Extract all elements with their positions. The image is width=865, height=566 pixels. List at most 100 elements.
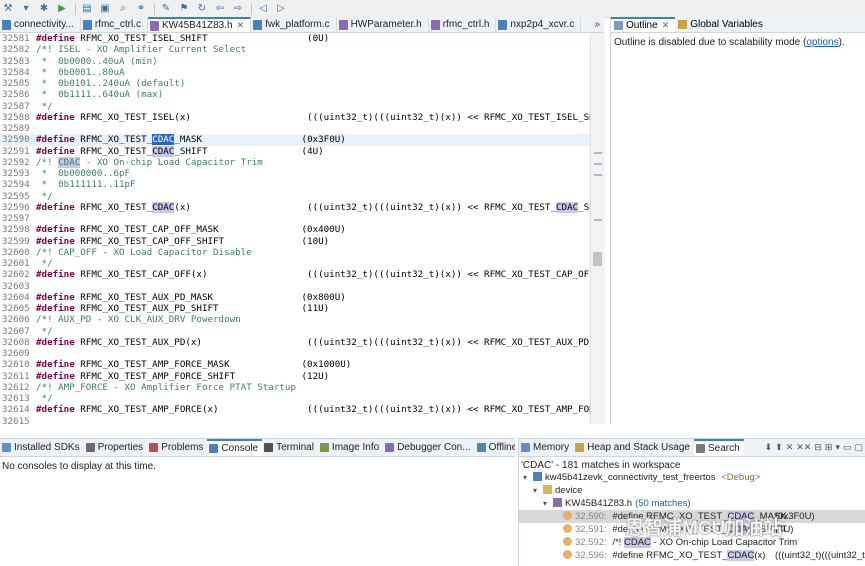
line-number: 32607	[2, 325, 30, 337]
search-icon[interactable]: ⌕	[115, 2, 131, 16]
bottom-tab[interactable]: Image Info	[318, 439, 383, 456]
editor-tab[interactable]: rfmc_ctrl.c	[81, 17, 148, 32]
code-token: /*! ISEL - XO Amplifier Current Select	[36, 44, 247, 56]
tab-icon	[476, 443, 486, 452]
expand-arrow-icon[interactable]: ▾	[533, 484, 543, 497]
tab-icon	[209, 444, 219, 453]
line-number: 32582	[2, 44, 30, 56]
code-line: 32600 /*! CAP_OFF - XO Load Capacitor Dis…	[0, 247, 590, 258]
code-token: #define	[36, 370, 75, 382]
bottom-tab[interactable]: Offline Periphe...	[475, 439, 515, 456]
search-tab-bar: Memory Heap and Stack Usage Search ⬇ ⬆ ✕ ✕✕ ⊟ ⊞ ▾…	[519, 439, 865, 457]
editor-tab[interactable]: KW45B41Z83.h ✕	[147, 17, 252, 32]
search-panel-tab[interactable]: Search	[693, 439, 744, 456]
options-link[interactable]: options	[806, 37, 838, 48]
line-number: 32608	[2, 336, 30, 348]
code-text-area[interactable]: 32581 #define RFMC_XO_TEST_ISEL_SHIFT (0U…	[0, 33, 590, 424]
outline-message: Outline is disabled due to scalability m…	[611, 33, 865, 52]
tree-row[interactable]: 32,596: #define RFMC_XO_TEST_CDAC(x) (((u…	[519, 549, 865, 562]
line-number: 32614	[2, 404, 30, 416]
match-count: (50 matches)	[635, 498, 691, 509]
code-line: 32591 #define RFMC_XO_TEST_CDAC_SHIFT (4U…	[0, 145, 590, 157]
editor-tab[interactable]: HWParameter.h	[337, 17, 429, 32]
hammer-icon[interactable]: ⚒	[0, 2, 16, 16]
search-panel-tab[interactable]: Memory	[519, 439, 573, 456]
refresh-icon[interactable]: ↻	[194, 2, 210, 16]
editor-tab[interactable]: rfmc_ctrl.h	[429, 17, 497, 32]
navigate-prev-icon[interactable]: ◁	[255, 2, 271, 16]
save-icon[interactable]: ▣	[97, 2, 113, 16]
expand-arrow-icon[interactable]: ▾	[523, 471, 533, 484]
chevron-down-icon[interactable]: ▾	[18, 2, 34, 16]
bottom-tab[interactable]: Problems	[147, 439, 207, 456]
tab-label: Global Variables	[690, 19, 763, 30]
next-match-icon[interactable]: ⬇	[765, 442, 773, 453]
line-number: 32612	[2, 381, 30, 393]
scrollbar-thumb[interactable]	[593, 252, 602, 266]
expand-icon[interactable]: ⊞	[825, 442, 833, 453]
run-icon[interactable]: ▶	[54, 2, 70, 16]
bottom-tab[interactable]: Debugger Con...	[383, 439, 474, 456]
search-panel-tab-label: Search	[707, 443, 740, 454]
code-token: RFMC_XO_TEST_CAP_OFF_SHIFT (10U)	[74, 235, 330, 247]
close-icon[interactable]: ✕	[237, 19, 245, 32]
remove-all-icon[interactable]: ✕✕	[796, 442, 811, 453]
bottom-tab[interactable]: Console	[207, 439, 263, 456]
marker-icon[interactable]: ✎	[158, 2, 174, 16]
code-token: * 0b1111..640uA (max)	[36, 89, 164, 101]
editor-scrollbar[interactable]	[590, 33, 605, 424]
line-number: 32611	[2, 370, 30, 382]
expand-arrow-icon[interactable]: ▾	[543, 497, 553, 510]
editor-tab-bar: connectivity... rfmc_ctrl.c KW45B41Z83.h ✕ f…	[0, 17, 604, 33]
tree-row[interactable]: ▾ KW45B41Z83.h (50 matches)	[519, 497, 691, 510]
bottom-tab[interactable]: Installed SDKs	[0, 439, 84, 456]
editor-tab-label: connectivity...	[14, 19, 74, 30]
new-file-icon[interactable]: ▤	[79, 2, 95, 16]
code-token: RFMC_XO_TEST_ISEL(x) (((uint32_t)(((uint…	[74, 111, 590, 123]
line-number: 32613	[2, 393, 30, 404]
back-icon[interactable]: ⇦	[212, 2, 228, 16]
close-icon[interactable]: ✕	[662, 19, 670, 32]
outline-tab-bar: Outline ✕ Global Variables	[611, 17, 865, 33]
line-number: 32601	[2, 258, 30, 269]
remove-icon[interactable]: ✕	[786, 442, 794, 453]
forward-icon[interactable]: ⇨	[230, 2, 246, 16]
tree-row[interactable]: ▾ device	[519, 484, 582, 497]
code-token: _SHIFT	[578, 201, 590, 213]
code-line: 32613 */	[0, 393, 590, 404]
code-line: 32606 /*! AUX_PD - XO CLK_AUX_DRV Powerdo…	[0, 314, 590, 325]
project-name: kw45b41zevk_connectivity_test_freertos	[545, 472, 716, 483]
toolbar-divider	[75, 2, 76, 15]
file-icon	[430, 19, 440, 30]
tab-overflow-icon[interactable]: »	[590, 17, 604, 32]
collapse-icon[interactable]: ⊟	[814, 442, 822, 453]
tab-icon	[85, 443, 95, 452]
tree-row[interactable]: ▾ kw45b41zevk_connectivity_test_freertos …	[519, 471, 760, 484]
code-editor: connectivity... rfmc_ctrl.c KW45B41Z83.h ✕ f…	[0, 17, 605, 424]
editor-tab[interactable]: connectivity...	[0, 17, 81, 32]
minimize-icon[interactable]: ▭	[843, 442, 852, 453]
bottom-tab[interactable]: Properties	[84, 439, 148, 456]
code-line: 32607 */	[0, 326, 590, 337]
maximize-icon[interactable]: ▢	[854, 442, 863, 453]
code-token: #define	[36, 145, 75, 157]
code-token: * 0b0000..40uA (min)	[36, 55, 158, 67]
menu-icon[interactable]: ▾	[835, 442, 840, 453]
pin-icon[interactable]: ⚑	[176, 2, 192, 16]
search-panel-tab[interactable]: Heap and Stack Usage	[573, 439, 694, 456]
tab-global-variables[interactable]: Global Variables	[675, 17, 769, 32]
outline-message-suffix: ).	[838, 37, 845, 48]
editor-tab[interactable]: fwk_platform.c	[251, 17, 337, 32]
line-number: 32600	[2, 246, 30, 258]
editor-tab[interactable]: nxp2p4_xcvr.c	[496, 17, 582, 32]
line-number: 32594	[2, 179, 30, 191]
prev-match-icon[interactable]: ⬆	[775, 442, 783, 453]
link-icon[interactable]: ⚭	[133, 2, 149, 16]
line-number: 32590	[2, 134, 30, 146]
navigate-next-icon[interactable]: ▷	[273, 2, 289, 16]
bottom-tab[interactable]: Terminal	[262, 439, 318, 456]
line-number: 32599	[2, 235, 30, 247]
tab-outline[interactable]: Outline ✕	[611, 17, 676, 32]
outline-icon	[614, 21, 623, 30]
debug-icon[interactable]: ✱	[36, 2, 52, 16]
